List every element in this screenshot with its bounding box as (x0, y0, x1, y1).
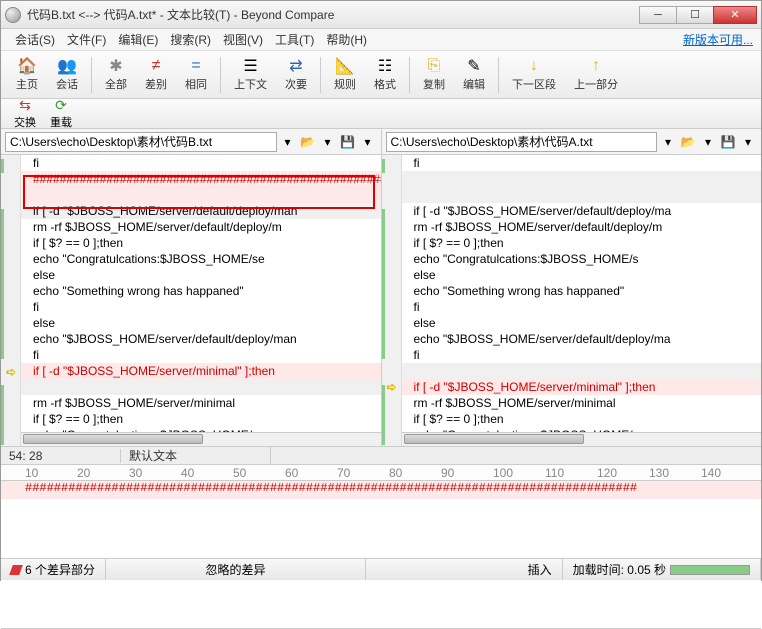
home-button[interactable]: 🏠主页 (7, 54, 47, 95)
window-buttons: ─ ☐ ✕ (640, 6, 757, 24)
edit-button[interactable]: ✎编辑 (454, 54, 494, 95)
code-line[interactable] (402, 187, 762, 203)
code-line[interactable]: echo "Something wrong has happaned" (21, 283, 381, 299)
left-path-dropdown-icon[interactable]: ▾ (279, 132, 297, 152)
left-path-input[interactable] (5, 132, 277, 152)
prev-part-button[interactable]: ↑上一部分 (565, 54, 627, 95)
code-line[interactable]: fi (402, 155, 762, 171)
code-line[interactable]: echo "Something wrong has happaned" (402, 283, 762, 299)
left-open-folder-icon[interactable]: 📂 (299, 132, 317, 152)
code-line[interactable]: fi (402, 299, 762, 315)
code-line[interactable]: else (402, 267, 762, 283)
code-line[interactable]: fi (21, 347, 381, 363)
left-pane[interactable]: ➪ fi####################################… (1, 155, 382, 446)
code-line[interactable]: if [ $? == 0 ];then (402, 235, 762, 251)
right-gutter: ➪ (382, 155, 402, 446)
secondary-toolbar: ⇆交换 ⟳重载 (1, 99, 761, 129)
progress-bar-icon (670, 565, 750, 575)
window-title: 代码B.txt <--> 代码A.txt* - 文本比较(T) - Beyond… (27, 6, 640, 23)
code-line[interactable]: echo "Congratulcations:$JBOSS_HOME/se (21, 251, 381, 267)
session-button[interactable]: 👥会话 (47, 54, 87, 95)
title-bar: 代码B.txt <--> 代码A.txt* - 文本比较(T) - Beyond… (1, 1, 761, 29)
merge-preview-line: ########################################… (1, 481, 761, 499)
code-line[interactable]: if [ $? == 0 ];then (402, 411, 762, 427)
menu-file[interactable]: 文件(F) (61, 29, 112, 50)
minor-button[interactable]: ⇄次要 (276, 54, 316, 95)
minimize-button[interactable]: ─ (639, 6, 677, 24)
code-line[interactable]: rm -rf $JBOSS_HOME/server/minimal (402, 395, 762, 411)
code-line[interactable]: if [ -d "$JBOSS_HOME/server/minimal" ];t… (21, 363, 381, 379)
next-section-button[interactable]: ↓下一区段 (503, 54, 565, 95)
menu-search[interactable]: 搜索(R) (164, 29, 217, 50)
maximize-button[interactable]: ☐ (676, 6, 714, 24)
all-button[interactable]: ✱全部 (96, 54, 136, 95)
new-version-link[interactable]: 新版本可用... (683, 31, 753, 48)
code-line[interactable]: rm -rf $JBOSS_HOME/server/default/deploy… (21, 219, 381, 235)
compare-area: ➪ fi####################################… (1, 155, 761, 447)
mid-status-bar: 54: 28 默认文本 (1, 447, 761, 465)
app-icon (5, 7, 21, 23)
code-line[interactable]: fi (402, 347, 762, 363)
right-path-input[interactable] (386, 132, 658, 152)
current-diff-marker-icon: ➪ (4, 365, 18, 379)
cursor-position: 54: 28 (1, 449, 121, 463)
code-line[interactable]: else (21, 315, 381, 331)
current-diff-marker-icon: ➪ (385, 380, 399, 394)
close-button[interactable]: ✕ (713, 6, 757, 24)
code-line[interactable]: else (402, 315, 762, 331)
rules-button[interactable]: 📐规则 (325, 54, 365, 95)
swap-button[interactable]: ⇆交换 (7, 96, 43, 131)
code-line[interactable]: else (21, 267, 381, 283)
code-line[interactable]: echo "$JBOSS_HOME/server/default/deploy/… (21, 331, 381, 347)
right-save-dropdown-icon[interactable]: ▾ (739, 132, 757, 152)
main-toolbar: 🏠主页 👥会话 ✱全部 ≠差别 =相同 ☰上下文 ⇄次要 📐规则 ☷格式 ⎘复制… (1, 51, 761, 99)
diff-button[interactable]: ≠差别 (136, 54, 176, 95)
code-line[interactable]: fi (21, 155, 381, 171)
menu-edit[interactable]: 编辑(E) (112, 29, 164, 50)
load-time: 加载时间: 0.05 秒 (563, 559, 761, 580)
menu-bar: 会话(S) 文件(F) 编辑(E) 搜索(R) 视图(V) 工具(T) 帮助(H… (1, 29, 761, 51)
right-open-folder-icon[interactable]: 📂 (679, 132, 697, 152)
code-line[interactable]: if [ $? == 0 ];then (21, 235, 381, 251)
code-line[interactable] (21, 379, 381, 395)
code-line[interactable]: if [ $? == 0 ];then (21, 411, 381, 427)
menu-help[interactable]: 帮助(H) (320, 29, 373, 50)
left-h-scrollbar[interactable] (21, 432, 381, 446)
highlight-box (23, 175, 375, 209)
left-save-icon[interactable]: 💾 (339, 132, 357, 152)
code-line[interactable]: echo "Congratulcations:$JBOSS_HOME/s (402, 251, 762, 267)
right-pane[interactable]: ➪ fi if [ -d "$JBOSS_HOME/server/default/… (382, 155, 762, 446)
right-path-dropdown-icon[interactable]: ▾ (659, 132, 677, 152)
menu-view[interactable]: 视图(V) (217, 29, 269, 50)
ignored-diffs: 忽略的差异 (106, 559, 366, 580)
copy-button[interactable]: ⎘复制 (414, 54, 454, 95)
format-button[interactable]: ☷格式 (365, 54, 405, 95)
code-line[interactable] (402, 171, 762, 187)
left-open-dropdown-icon[interactable]: ▾ (319, 132, 337, 152)
path-bar: ▾ 📂 ▾ 💾 ▾ ▾ 📂 ▾ 💾 ▾ (1, 129, 761, 155)
context-button[interactable]: ☰上下文 (225, 54, 276, 95)
reload-button[interactable]: ⟳重载 (43, 96, 79, 131)
syntax-mode[interactable]: 默认文本 (121, 447, 271, 464)
insert-mode: 插入 (518, 559, 563, 580)
column-ruler: 102030405060708090100110120130140 (1, 465, 761, 481)
right-open-dropdown-icon[interactable]: ▾ (699, 132, 717, 152)
left-save-dropdown-icon[interactable]: ▾ (359, 132, 377, 152)
right-h-scrollbar[interactable] (402, 432, 762, 446)
code-line[interactable]: if [ -d "$JBOSS_HOME/server/default/depl… (402, 203, 762, 219)
status-bar: 6 个差异部分 忽略的差异 插入 加载时间: 0.05 秒 (1, 558, 761, 580)
code-line[interactable] (402, 363, 762, 379)
menu-tools[interactable]: 工具(T) (269, 29, 320, 50)
code-line[interactable]: fi (21, 299, 381, 315)
same-button[interactable]: =相同 (176, 54, 216, 95)
code-line[interactable]: if [ -d "$JBOSS_HOME/server/minimal" ];t… (402, 379, 762, 395)
code-line[interactable]: rm -rf $JBOSS_HOME/server/default/deploy… (402, 219, 762, 235)
left-gutter: ➪ (1, 155, 21, 446)
right-save-icon[interactable]: 💾 (719, 132, 737, 152)
menu-session[interactable]: 会话(S) (9, 29, 61, 50)
diff-count: 6 个差异部分 (1, 559, 106, 580)
code-line[interactable]: echo "$JBOSS_HOME/server/default/deploy/… (402, 331, 762, 347)
code-line[interactable]: rm -rf $JBOSS_HOME/server/minimal (21, 395, 381, 411)
